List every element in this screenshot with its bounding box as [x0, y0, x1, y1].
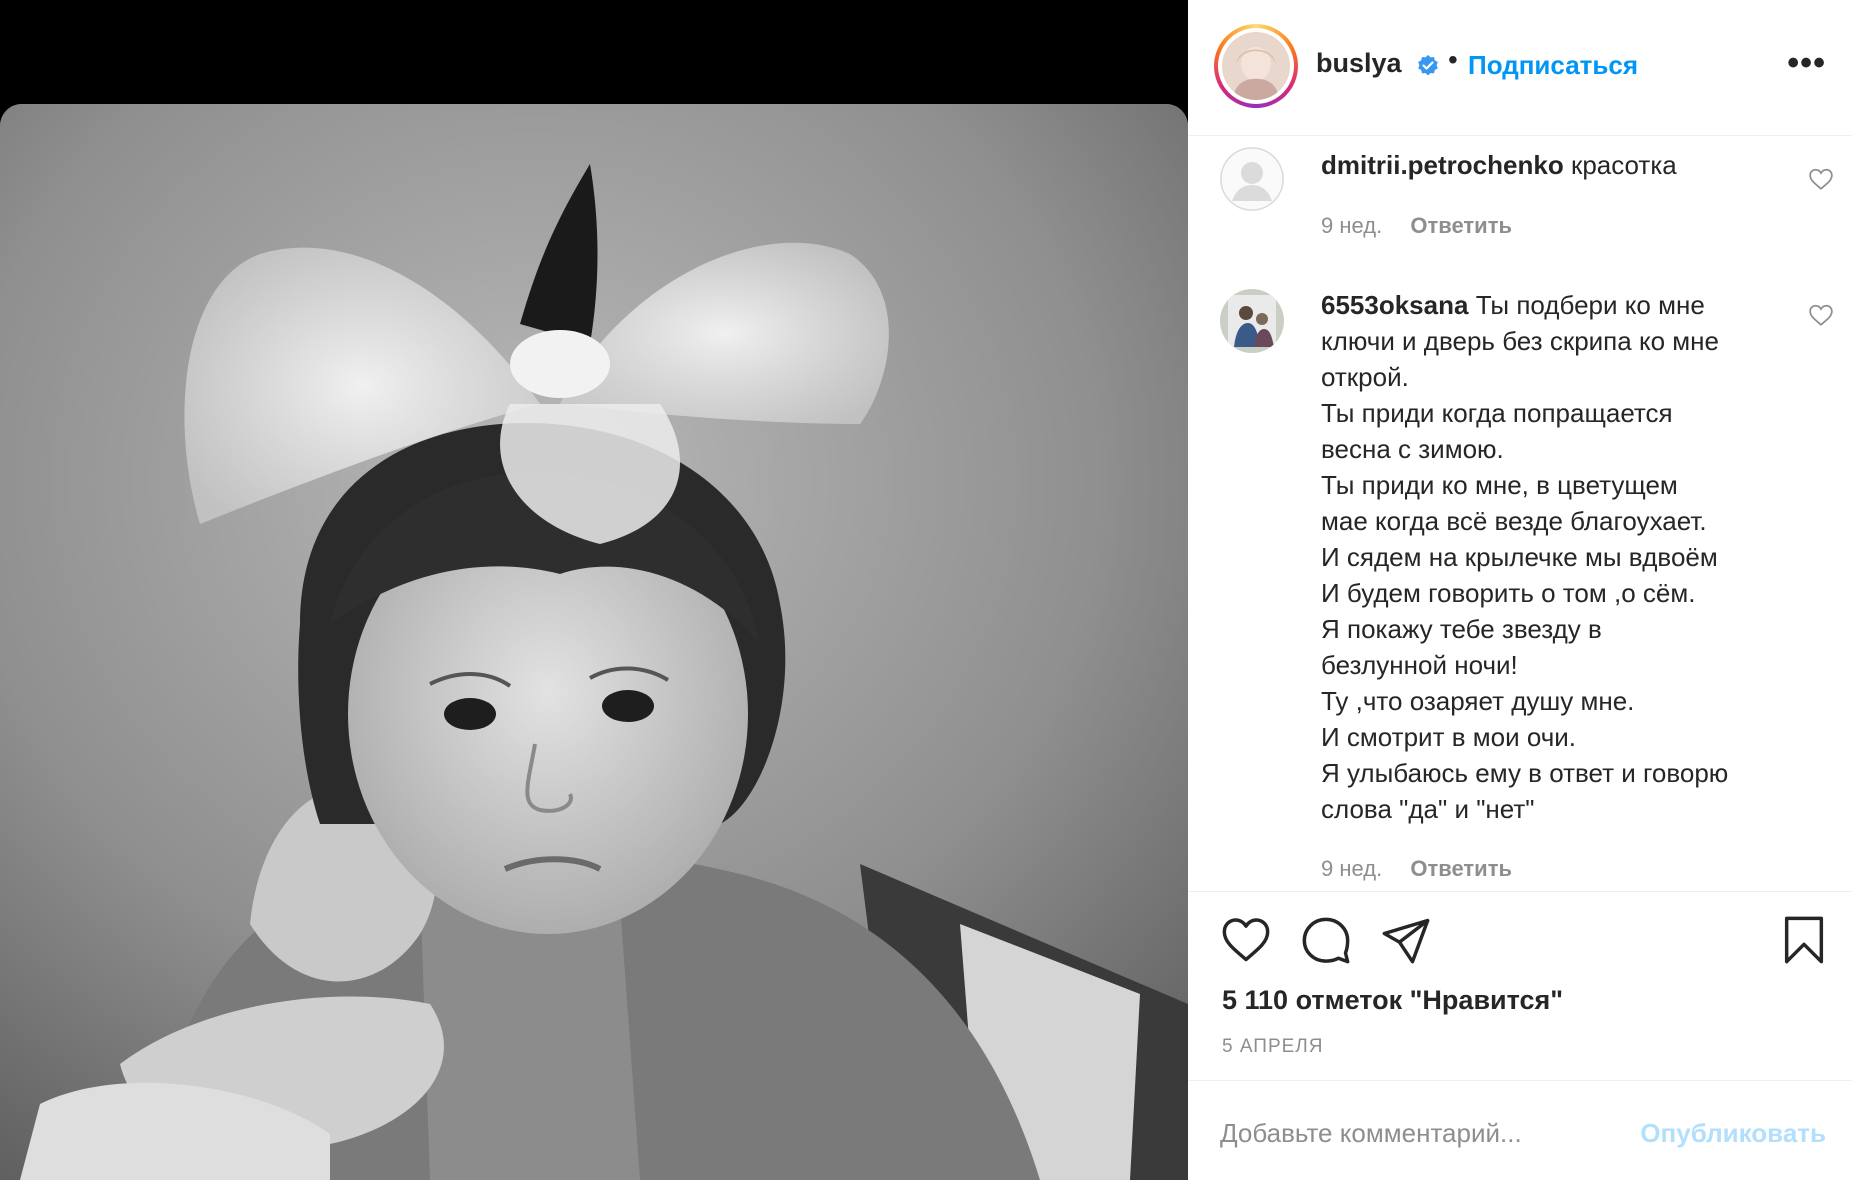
like-comment-heart-icon[interactable]	[1808, 303, 1834, 327]
comment-line: Ту ,что озаряет душу мне.	[1321, 686, 1635, 716]
post-photo[interactable]	[0, 104, 1188, 1180]
comment-line: слова "да" и "нет"	[1321, 794, 1535, 824]
comment-time[interactable]: 9 нед.	[1321, 213, 1382, 238]
like-heart-icon[interactable]	[1220, 914, 1272, 966]
comment-line: И смотрит в мои очи.	[1321, 722, 1576, 752]
comment-line: мае когда всё везде благоухает.	[1321, 506, 1707, 536]
more-options-button[interactable]: •••	[1787, 44, 1826, 83]
verified-badge-icon	[1418, 55, 1438, 76]
reply-button[interactable]: Ответить	[1410, 213, 1512, 238]
post-date[interactable]: 5 АПРЕЛЯ	[1222, 1036, 1324, 1058]
share-send-icon[interactable]	[1380, 914, 1432, 966]
comment-username[interactable]: 6553oksana	[1321, 290, 1468, 320]
comment-meta: 9 нед. Ответить	[1321, 213, 1512, 239]
comment-text: 6553oksana Ты подбери ко мне ключи и две…	[1321, 287, 1791, 827]
save-bookmark-icon[interactable]	[1778, 914, 1830, 966]
post-side-panel: buslya • Подписаться ••• dmitrii.petroch…	[1188, 0, 1852, 1180]
separator-dot: •	[1448, 44, 1458, 75]
reply-button[interactable]: Ответить	[1410, 856, 1512, 881]
commenter-avatar-image	[1220, 289, 1284, 353]
comment-input[interactable]: Добавьте комментарий...	[1220, 1118, 1522, 1149]
comment-line: И сядем на крылечке мы вдвоём	[1321, 542, 1718, 572]
publish-button[interactable]: Опубликовать	[1640, 1118, 1826, 1149]
comment-username[interactable]: dmitrii.petrochenko	[1321, 150, 1564, 180]
author-username[interactable]: buslya	[1316, 48, 1402, 79]
comment-line: безлунной ночи!	[1321, 650, 1518, 680]
comment-time[interactable]: 9 нед.	[1321, 856, 1382, 881]
commenter-avatar[interactable]	[1220, 289, 1284, 353]
like-comment-heart-icon[interactable]	[1808, 167, 1834, 191]
likes-count[interactable]: 5 110 отметок "Нравится"	[1222, 985, 1563, 1016]
comment-line: Я покажу тебе звезду в	[1321, 614, 1602, 644]
commenter-avatar[interactable]	[1220, 147, 1284, 211]
comment-line: И будем говорить о том ,о сём.	[1321, 578, 1696, 608]
comment-line: Ты подбери ко мне	[1475, 290, 1705, 320]
comments-list[interactable]: dmitrii.petrochenko красотка 9 нед. Отве…	[1188, 137, 1852, 891]
comment-line: Ты приди ко мне, в цветущем	[1321, 470, 1678, 500]
author-avatar-image	[1222, 32, 1290, 100]
comment-line: весна с зимою.	[1321, 434, 1504, 464]
comment-line: ключи и дверь без скрипа ко мне	[1321, 326, 1719, 356]
follow-button[interactable]: Подписаться	[1468, 50, 1638, 81]
child-portrait-image	[0, 104, 1188, 1180]
comment-line: Я улыбаюсь ему в ответ и говорю	[1321, 758, 1729, 788]
comment-line: Ты приди когда попращается	[1321, 398, 1673, 428]
comment-meta: 9 нед. Ответить	[1321, 856, 1512, 882]
comment-bubble-icon[interactable]	[1300, 914, 1352, 966]
comment-line: красотка	[1570, 150, 1677, 180]
default-avatar-image	[1220, 147, 1284, 211]
post-actions: 5 110 отметок "Нравится" 5 АПРЕЛЯ	[1188, 891, 1852, 1081]
post-header: buslya • Подписаться •••	[1188, 0, 1852, 136]
post-photo-area	[0, 0, 1188, 1180]
author-avatar[interactable]	[1214, 24, 1298, 108]
add-comment-bar: Добавьте комментарий... Опубликовать	[1188, 1082, 1852, 1180]
comment-line: открой.	[1321, 362, 1409, 392]
comment-text: dmitrii.petrochenko красотка	[1321, 147, 1791, 183]
